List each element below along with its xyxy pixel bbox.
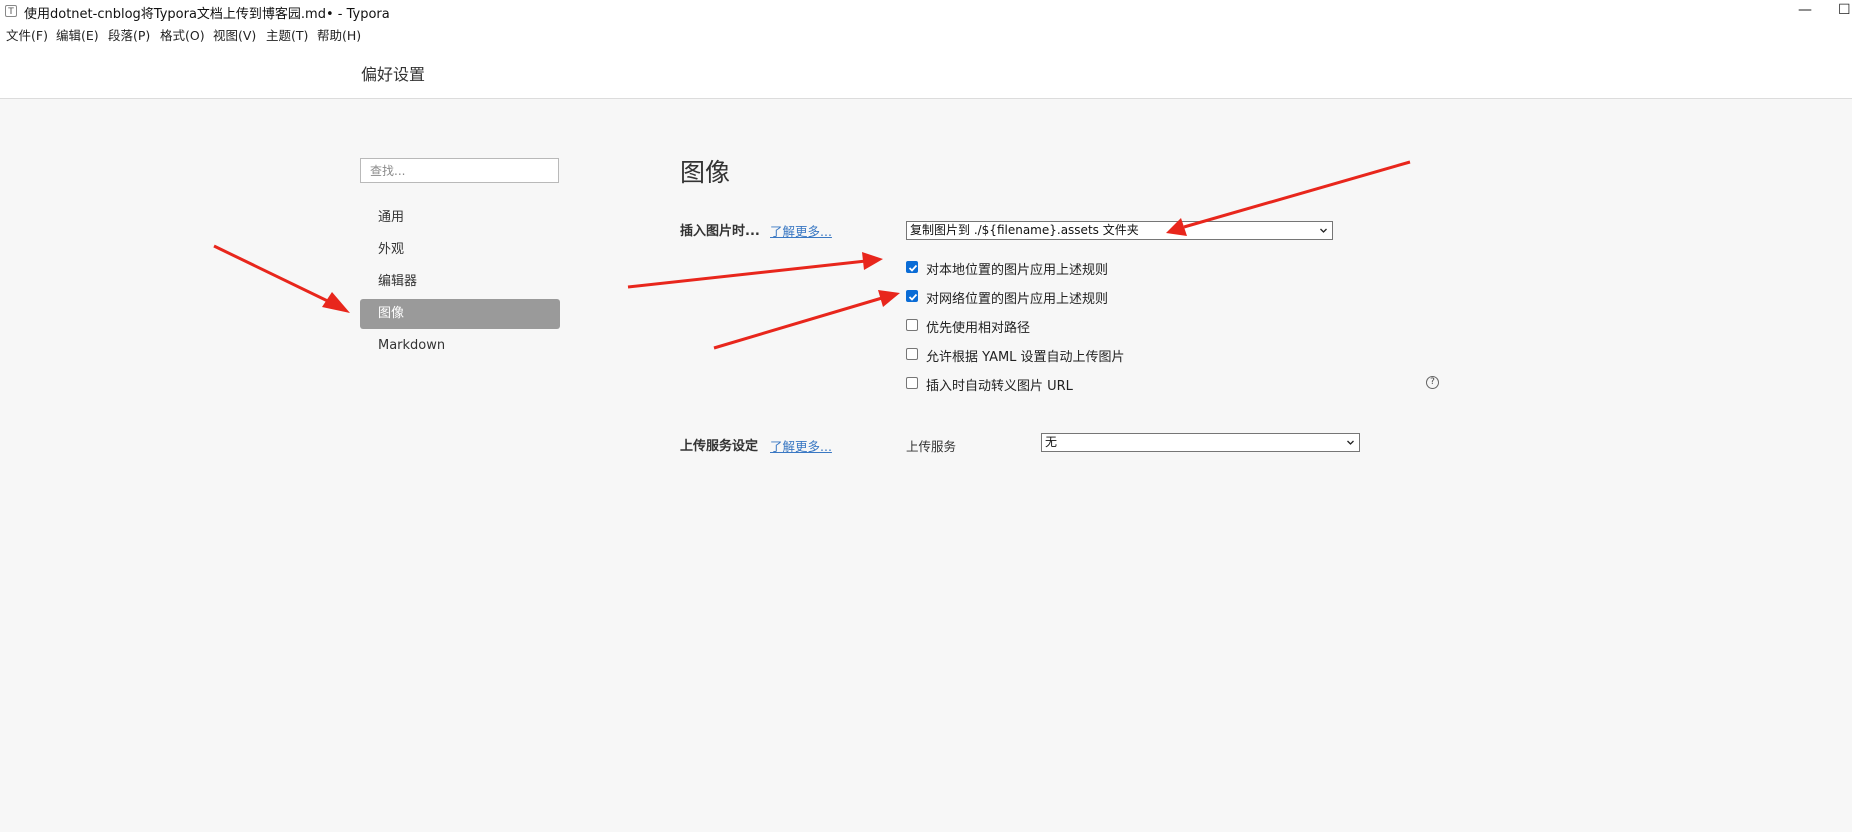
minimize-button[interactable]: — — [1798, 2, 1812, 18]
learn-more-link-insert[interactable]: 了解更多... — [770, 221, 832, 240]
menu-paragraph[interactable]: 段落(P) — [108, 25, 150, 44]
preferences-title: 偏好设置 — [361, 65, 426, 84]
checkmark-icon — [908, 293, 918, 301]
annotation-arrows — [213, 160, 1411, 350]
window-title: 使用dotnet-cnblog将Typora文档上传到博客园.md• - Typ… — [24, 7, 390, 22]
upload-service-select-value: 无 — [1045, 435, 1058, 449]
menu-view[interactable]: 视图(V) — [213, 25, 256, 44]
checkmark-icon — [908, 264, 918, 272]
checkbox-yaml-upload[interactable] — [906, 348, 918, 360]
checkbox-label: 允许根据 YAML 设置自动上传图片 — [926, 350, 1125, 365]
title-bar: T 使用dotnet-cnblog将Typora文档上传到博客园.md• - T… — [0, 0, 1852, 22]
preferences-header: 偏好设置 — [0, 44, 1852, 99]
maximize-button[interactable]: ☐ — [1838, 2, 1851, 18]
annotation-arrow-to-network-checkbox — [713, 290, 900, 350]
insert-image-select[interactable]: 复制图片到 ./${filename}.assets 文件夹 — [906, 221, 1333, 240]
menu-edit[interactable]: 编辑(E) — [56, 25, 99, 44]
sidebar-item-markdown[interactable]: Markdown — [360, 331, 560, 361]
checkbox-label: 对网络位置的图片应用上述规则 — [926, 292, 1109, 307]
help-icon[interactable]: ? — [1426, 376, 1439, 389]
typora-app-icon: T — [5, 5, 17, 17]
annotation-arrow-to-local-checkbox — [627, 252, 883, 289]
sidebar-item-appearance[interactable]: 外观 — [360, 235, 560, 265]
menu-theme[interactable]: 主题(T) — [266, 25, 308, 44]
chevron-down-icon — [1320, 228, 1327, 233]
upload-service-settings-label: 上传服务设定 — [680, 439, 759, 454]
checkbox-escape-url[interactable] — [906, 377, 918, 389]
insert-image-select-value: 复制图片到 ./${filename}.assets 文件夹 — [910, 223, 1139, 237]
menu-bar: 文件(F) 编辑(E) 段落(P) 格式(O) 视图(V) 主题(T) 帮助(H… — [0, 22, 1852, 44]
checkbox-relative-path[interactable] — [906, 319, 918, 331]
section-title-image: 图像 — [680, 158, 731, 187]
checkbox-network-images[interactable] — [906, 290, 918, 302]
menu-file[interactable]: 文件(F) — [6, 25, 48, 44]
chevron-down-icon — [1347, 440, 1354, 445]
sidebar-item-image[interactable]: 图像 — [360, 299, 560, 329]
checkbox-label: 对本地位置的图片应用上述规则 — [926, 263, 1109, 278]
checkbox-label: 优先使用相对路径 — [926, 321, 1031, 336]
search-input[interactable] — [360, 158, 559, 183]
upload-service-label: 上传服务 — [906, 439, 957, 454]
learn-more-link-upload[interactable]: 了解更多... — [770, 436, 832, 455]
sidebar-item-editor[interactable]: 编辑器 — [360, 267, 560, 297]
insert-image-label: 插入图片时... — [680, 224, 760, 239]
checkbox-label: 插入时自动转义图片 URL — [926, 379, 1073, 394]
menu-help[interactable]: 帮助(H) — [317, 25, 361, 44]
annotation-arrow-to-image-nav — [213, 244, 350, 313]
menu-format[interactable]: 格式(O) — [160, 25, 205, 44]
upload-service-select[interactable]: 无 — [1041, 433, 1360, 452]
sidebar-item-general[interactable]: 通用 — [360, 203, 560, 233]
checkbox-local-images[interactable] — [906, 261, 918, 273]
